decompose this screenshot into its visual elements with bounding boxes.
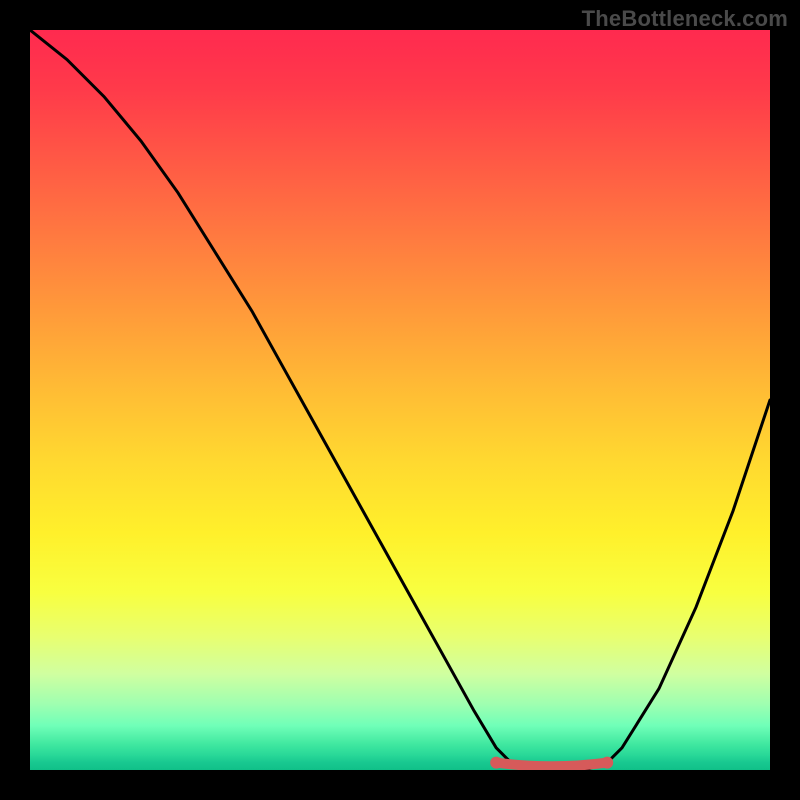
bottleneck-curve bbox=[30, 30, 770, 770]
curve-layer bbox=[30, 30, 770, 770]
plot-area bbox=[30, 30, 770, 770]
marker-flat-end bbox=[601, 757, 613, 769]
marker-flat-start bbox=[490, 757, 502, 769]
chart-container: TheBottleneck.com bbox=[0, 0, 800, 800]
watermark-text: TheBottleneck.com bbox=[582, 6, 788, 32]
